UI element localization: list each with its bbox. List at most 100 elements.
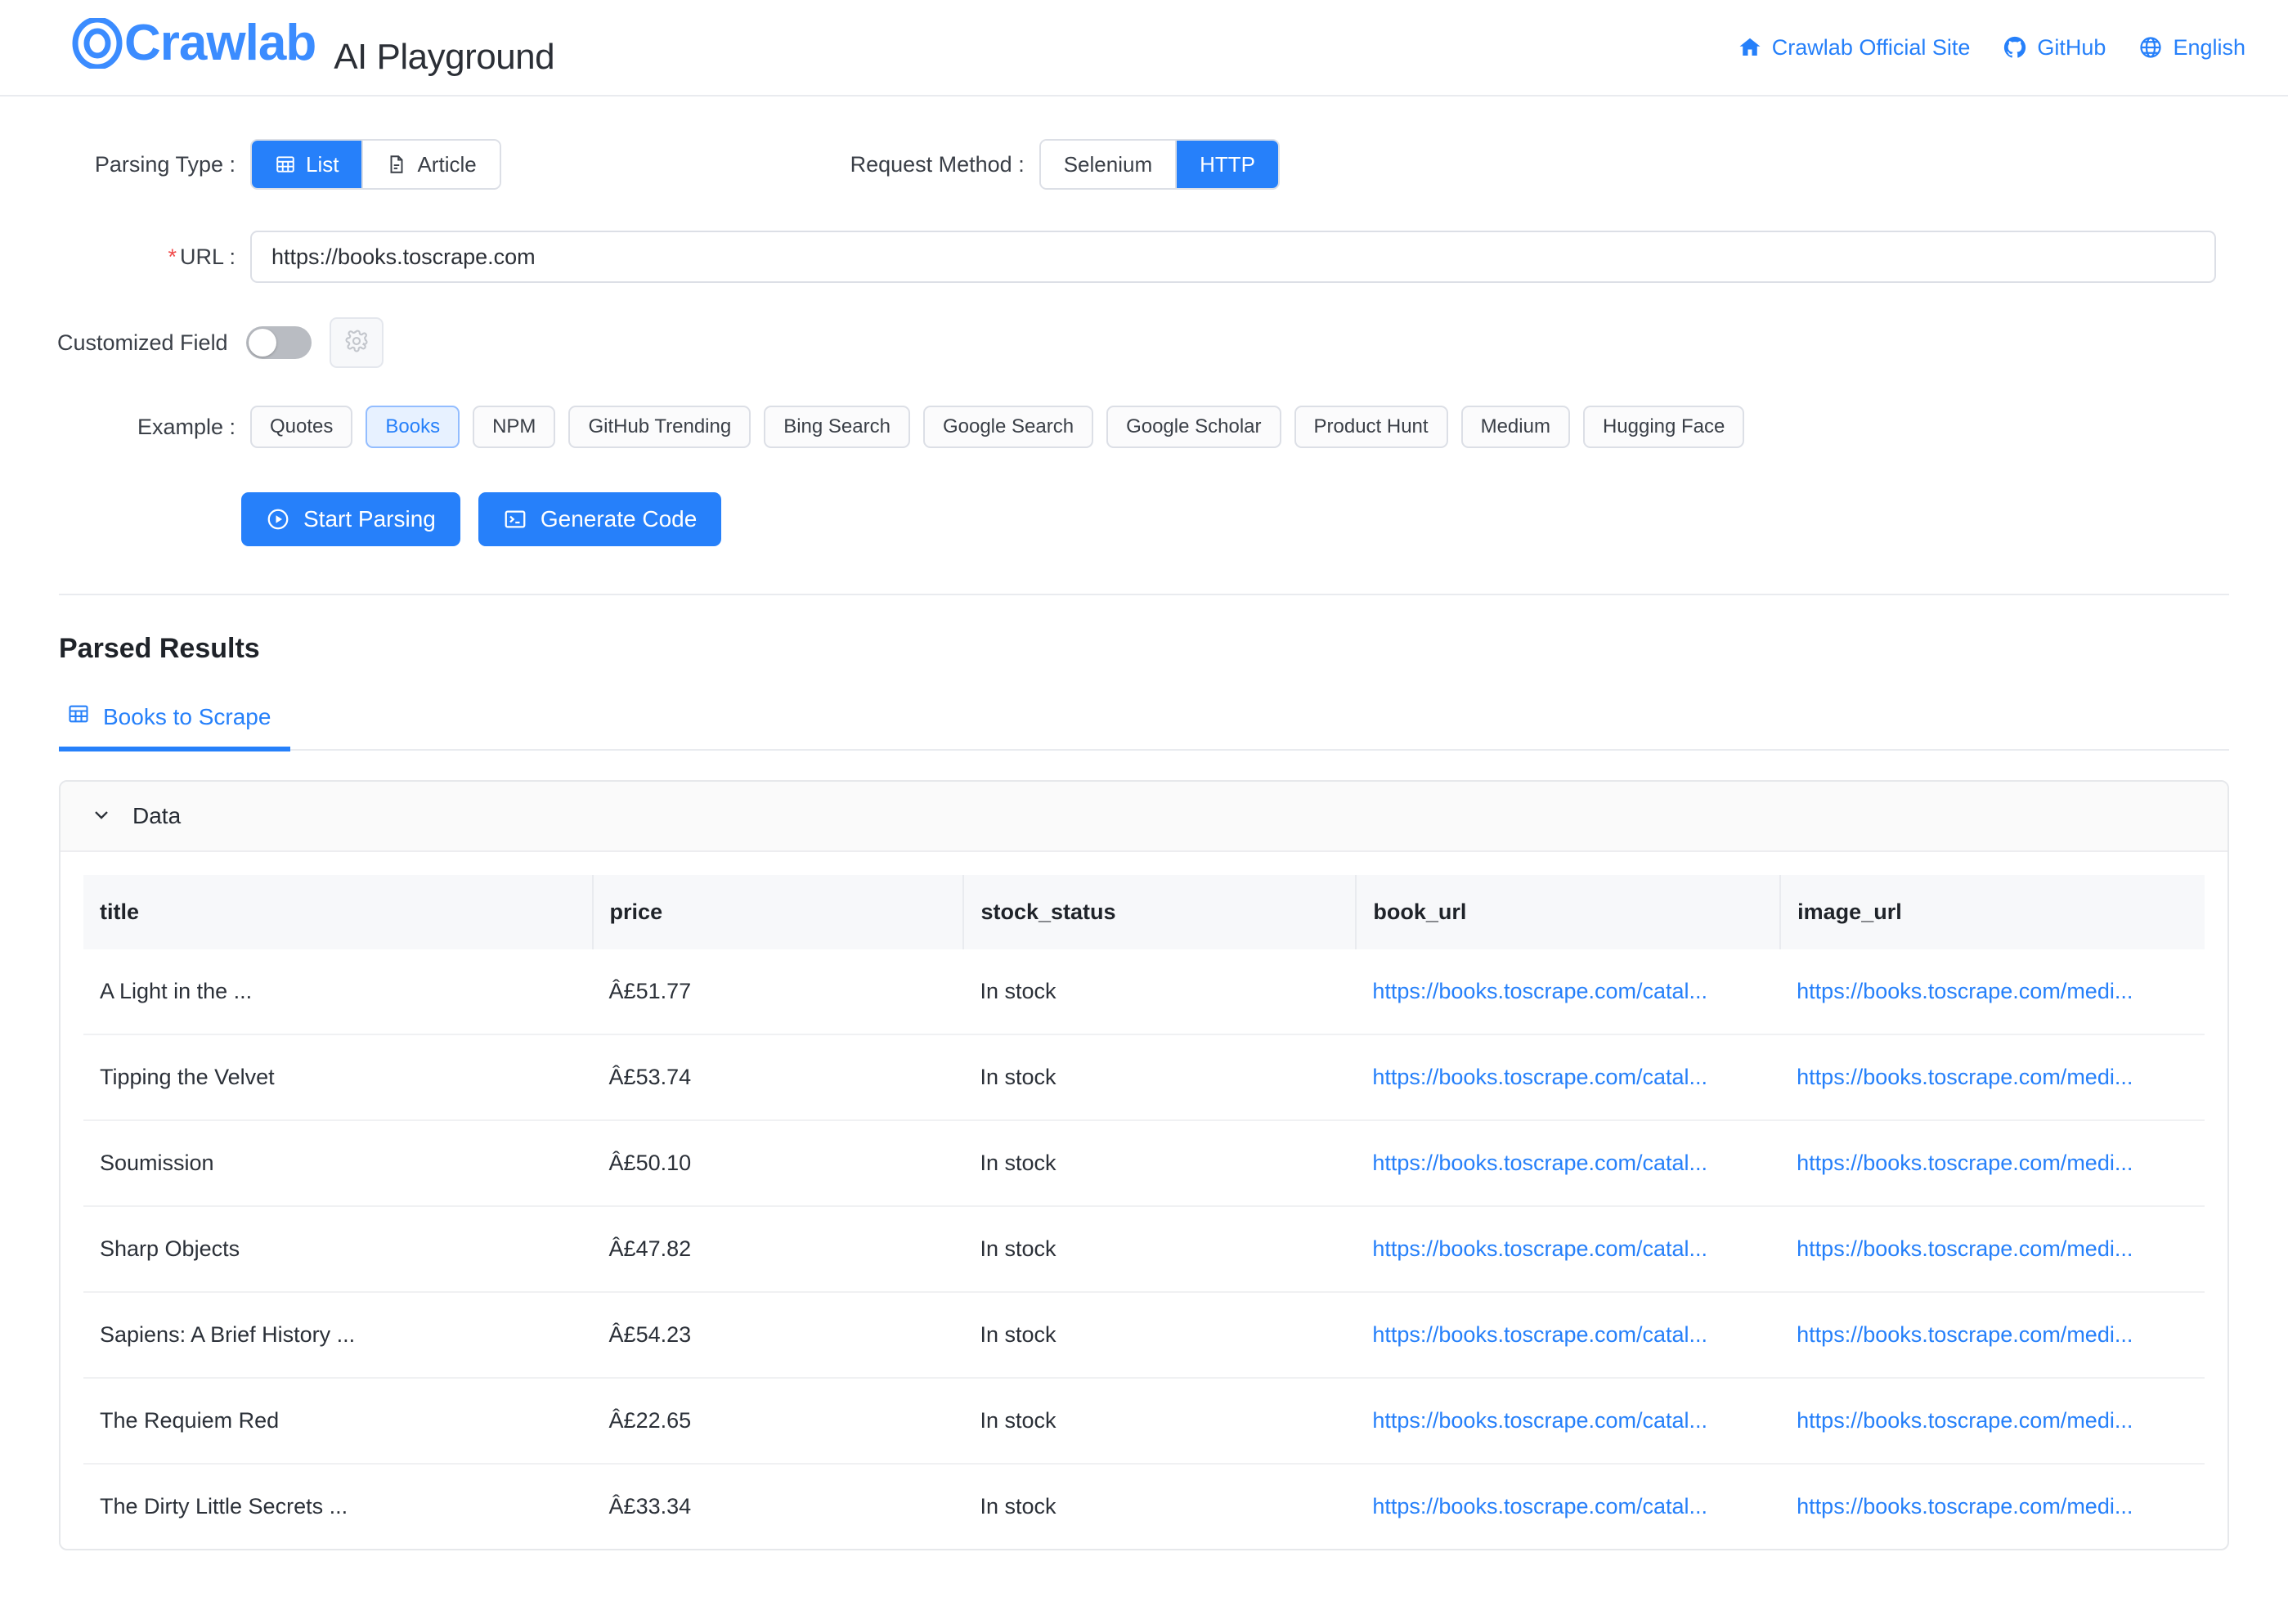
column-header-stock-status[interactable]: stock_status	[963, 875, 1357, 949]
logo-text: Crawlab	[72, 17, 316, 69]
column-header-book-url[interactable]: book_url	[1356, 875, 1782, 949]
cell-book-url: https://books.toscrape.com/catal...	[1356, 1292, 1781, 1379]
table-row: Sapiens: A Brief History ... Â£54.23 In …	[83, 1292, 2205, 1379]
page-title: AI Playground	[334, 36, 555, 77]
cell-price: Â£22.65	[592, 1378, 964, 1465]
chip-label: Quotes	[270, 415, 334, 437]
customized-field-settings-button[interactable]	[329, 317, 384, 368]
example-chip-product-hunt[interactable]: Product Hunt	[1294, 406, 1448, 448]
cell-stock-status: In stock	[963, 949, 1357, 1035]
data-panel-body: title price stock_status book_url image_…	[61, 852, 2227, 1549]
cell-title: Tipping the Velvet	[83, 1034, 593, 1121]
table-row: A Light in the ... Â£51.77 In stock http…	[83, 949, 2205, 1035]
globe-icon	[2138, 35, 2163, 60]
cell-image-url: https://books.toscrape.com/medi...	[1780, 1292, 2205, 1379]
example-chip-google-search[interactable]: Google Search	[922, 406, 1094, 448]
parsing-type-option-list[interactable]: List	[252, 141, 364, 188]
cell-price: Â£53.74	[592, 1034, 964, 1121]
url-label: * URL :	[72, 244, 236, 270]
chip-label: Bing Search	[783, 415, 891, 437]
example-chip-npm[interactable]: NPM	[473, 406, 556, 448]
example-chip-quotes[interactable]: Quotes	[250, 406, 353, 448]
data-panel-title: Data	[132, 803, 182, 828]
column-header-title[interactable]: title	[83, 875, 594, 949]
example-chip-google-scholar[interactable]: Google Scholar	[1106, 406, 1281, 448]
cell-title: Sharp Objects	[83, 1206, 593, 1293]
parsing-type-segmented[interactable]: List Article	[250, 139, 501, 190]
home-icon	[1738, 35, 1762, 60]
start-parsing-label: Start Parsing	[303, 506, 436, 532]
tab-label: Books to Scrape	[103, 703, 271, 729]
table-grid-icon	[275, 154, 296, 175]
cell-title: Sapiens: A Brief History ...	[83, 1292, 593, 1379]
cell-image-url: https://books.toscrape.com/medi...	[1780, 1206, 2205, 1293]
request-method-label: Request Method :	[850, 151, 1025, 177]
book-url-link[interactable]: https://books.toscrape.com/catal...	[1372, 1151, 1707, 1175]
url-input[interactable]	[250, 231, 2216, 283]
cell-stock-status: In stock	[963, 1120, 1357, 1207]
cell-book-url: https://books.toscrape.com/catal...	[1356, 1034, 1781, 1121]
customized-field-toggle[interactable]	[245, 326, 312, 359]
header-link-github[interactable]: GitHub	[2003, 35, 2106, 61]
cell-image-url: https://books.toscrape.com/medi...	[1780, 1464, 2205, 1549]
image-url-link[interactable]: https://books.toscrape.com/medi...	[1797, 1065, 2133, 1089]
image-url-link[interactable]: https://books.toscrape.com/medi...	[1797, 1151, 2133, 1175]
header-link-official-site[interactable]: Crawlab Official Site	[1738, 34, 1971, 61]
cell-title: The Dirty Little Secrets ...	[100, 1494, 348, 1519]
crawlab-logo[interactable]: Crawlab	[72, 17, 316, 69]
header-link-language[interactable]: English	[2138, 35, 2245, 61]
results-tab-bar: Books to Scrape	[59, 702, 2229, 751]
terminal-icon	[503, 507, 527, 532]
book-url-link[interactable]: https://books.toscrape.com/catal...	[1372, 1065, 1707, 1089]
request-method-option-http[interactable]: HTTP	[1177, 141, 1279, 188]
customized-field-label: Customized Field	[57, 330, 228, 355]
example-chip-medium[interactable]: Medium	[1460, 406, 1570, 448]
cell-price: Â£50.10	[592, 1120, 964, 1207]
example-chip-bing-search[interactable]: Bing Search	[764, 406, 910, 448]
image-url-link[interactable]: https://books.toscrape.com/medi...	[1797, 1236, 2133, 1261]
book-url-link[interactable]: https://books.toscrape.com/catal...	[1372, 979, 1707, 1003]
image-url-link[interactable]: https://books.toscrape.com/medi...	[1797, 1322, 2133, 1347]
chip-label: GitHub Trending	[588, 415, 732, 437]
logo-c-ring-icon	[72, 17, 123, 69]
cell-stock-status: In stock	[963, 1378, 1357, 1465]
example-chip-hugging-face[interactable]: Hugging Face	[1582, 406, 1745, 448]
github-icon	[2003, 35, 2027, 60]
request-method-option-selenium[interactable]: Selenium	[1040, 141, 1178, 188]
table-row: The Requiem Red Â£22.65 In stock https:/…	[83, 1378, 2205, 1465]
header-link-label: Crawlab Official Site	[1771, 34, 1971, 60]
table-row: Sharp Objects Â£47.82 In stock https://b…	[83, 1206, 2205, 1293]
generate-code-label: Generate Code	[540, 506, 698, 532]
data-panel-header[interactable]: Data	[61, 782, 2227, 852]
book-url-link[interactable]: https://books.toscrape.com/catal...	[1372, 1494, 1707, 1519]
column-header-image-url[interactable]: image_url	[1780, 875, 2205, 949]
book-url-link[interactable]: https://books.toscrape.com/catal...	[1372, 1322, 1707, 1347]
image-url-link[interactable]: https://books.toscrape.com/medi...	[1797, 1408, 2133, 1433]
generate-code-button[interactable]: Generate Code	[478, 492, 722, 546]
image-url-link[interactable]: https://books.toscrape.com/medi...	[1797, 979, 2133, 1003]
example-chip-github-trending[interactable]: GitHub Trending	[568, 406, 751, 448]
request-method-segmented[interactable]: Selenium HTTP	[1039, 139, 1281, 190]
cell-stock-status: In stock	[963, 1034, 1357, 1121]
cell-image-url: https://books.toscrape.com/medi...	[1780, 1120, 2205, 1207]
cell-book-url: https://books.toscrape.com/catal...	[1356, 1464, 1780, 1549]
url-label-text: URL :	[179, 244, 236, 269]
row-customized-field: Customized Field	[0, 283, 2288, 368]
cell-image-url: https://books.toscrape.com/medi...	[1780, 1378, 2205, 1465]
chip-label: Hugging Face	[1602, 415, 1725, 437]
cell-price: Â£47.82	[592, 1206, 964, 1293]
tab-books-to-scrape[interactable]: Books to Scrape	[59, 702, 291, 751]
cell-stock-status: In stock	[963, 1292, 1357, 1379]
cell-book-url: https://books.toscrape.com/catal...	[1356, 1206, 1781, 1293]
chip-label: Product Hunt	[1313, 415, 1429, 437]
parsing-type-option-article[interactable]: Article	[363, 141, 500, 188]
column-header-price[interactable]: price	[592, 875, 965, 949]
row-examples: Example : Quotes Books NPM GitHub Trendi…	[0, 368, 2288, 448]
start-parsing-button[interactable]: Start Parsing	[241, 492, 460, 546]
table-header-row: title price stock_status book_url image_…	[83, 875, 2205, 949]
example-chip-books[interactable]: Books	[366, 406, 460, 448]
book-url-link[interactable]: https://books.toscrape.com/catal...	[1372, 1236, 1707, 1261]
book-url-link[interactable]: https://books.toscrape.com/catal...	[1372, 1408, 1707, 1433]
image-url-link[interactable]: https://books.toscrape.com/medi...	[1797, 1494, 2133, 1519]
table-grid-icon	[67, 702, 90, 731]
